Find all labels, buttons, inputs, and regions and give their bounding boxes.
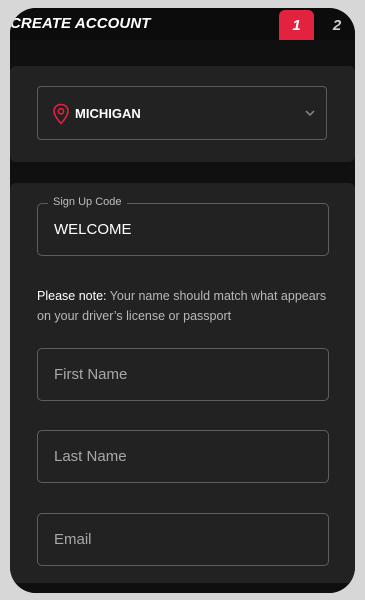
- bottom-bar: [10, 583, 355, 593]
- last-name-placeholder: Last Name: [54, 448, 127, 465]
- email-placeholder: Email: [54, 531, 92, 548]
- step-2-indicator[interactable]: 2: [326, 10, 348, 40]
- chevron-down-icon: [305, 110, 315, 117]
- page-header: CREATE ACCOUNT 1 2: [10, 8, 355, 40]
- device-frame: CREATE ACCOUNT 1 2 MICHIGAN Sign Up Code…: [0, 0, 365, 600]
- note-label: Please note:: [37, 289, 107, 303]
- last-name-field[interactable]: Last Name: [37, 430, 329, 483]
- signup-code-label: Sign Up Code: [48, 196, 127, 208]
- signup-form-card: Sign Up Code WELCOME Please note: Your n…: [10, 183, 355, 593]
- name-match-note: Please note: Your name should match what…: [37, 286, 329, 326]
- state-select-value: MICHIGAN: [75, 106, 141, 121]
- location-pin-icon: [53, 103, 69, 125]
- step-1-indicator: 1: [279, 10, 314, 40]
- first-name-placeholder: First Name: [54, 366, 128, 383]
- state-card: MICHIGAN: [10, 66, 355, 162]
- signup-code-value: WELCOME: [54, 221, 132, 238]
- signup-code-field[interactable]: Sign Up Code WELCOME: [37, 196, 329, 256]
- state-select[interactable]: MICHIGAN: [37, 86, 327, 140]
- page-title: CREATE ACCOUNT: [10, 15, 151, 32]
- app-screen: CREATE ACCOUNT 1 2 MICHIGAN Sign Up Code…: [10, 8, 355, 593]
- email-field[interactable]: Email: [37, 513, 329, 566]
- first-name-field[interactable]: First Name: [37, 348, 329, 401]
